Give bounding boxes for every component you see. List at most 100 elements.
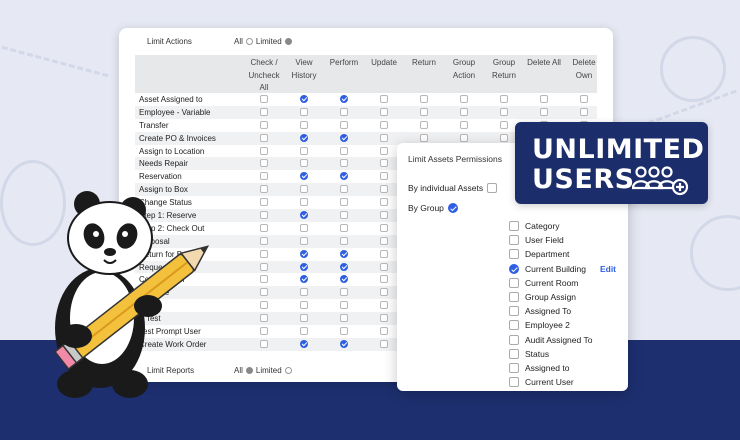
- permission-checkbox[interactable]: [340, 95, 348, 103]
- permission-checkbox[interactable]: [340, 288, 348, 297]
- permission-checkbox[interactable]: [340, 275, 348, 284]
- group-checkbox[interactable]: [509, 363, 519, 373]
- permission-checkbox[interactable]: [300, 185, 308, 194]
- permission-checkbox[interactable]: [380, 133, 388, 142]
- group-checkbox[interactable]: [509, 249, 519, 260]
- group-option[interactable]: Employee 2: [509, 318, 570, 332]
- permission-checkbox[interactable]: [260, 107, 268, 116]
- permission-checkbox[interactable]: [300, 288, 308, 297]
- group-option[interactable]: Current Room: [509, 276, 578, 290]
- permission-checkbox[interactable]: [260, 120, 268, 129]
- permission-checkbox[interactable]: [500, 107, 508, 116]
- permission-checkbox[interactable]: [340, 301, 348, 310]
- permission-checkbox[interactable]: [380, 146, 388, 155]
- permission-checkbox[interactable]: [260, 339, 268, 348]
- group-checkbox[interactable]: [509, 377, 519, 388]
- permission-checkbox[interactable]: [260, 236, 268, 245]
- permission-checkbox[interactable]: [260, 185, 268, 194]
- permission-checkbox[interactable]: [260, 249, 268, 258]
- permission-checkbox[interactable]: [300, 198, 308, 207]
- permission-checkbox[interactable]: [380, 211, 388, 220]
- permission-checkbox[interactable]: [340, 223, 348, 232]
- permission-checkbox[interactable]: [420, 120, 428, 129]
- permission-checkbox[interactable]: [460, 120, 468, 129]
- group-checkbox[interactable]: [509, 306, 519, 317]
- permission-checkbox[interactable]: [340, 172, 348, 181]
- permission-checkbox[interactable]: [300, 339, 308, 348]
- permission-checkbox[interactable]: [300, 275, 308, 284]
- permission-checkbox[interactable]: [380, 198, 388, 207]
- by-individual-checkbox[interactable]: [487, 183, 498, 193]
- permission-checkbox[interactable]: [260, 146, 268, 155]
- permission-checkbox[interactable]: [300, 262, 308, 271]
- all-radio[interactable]: [245, 38, 253, 45]
- permission-checkbox[interactable]: [420, 95, 428, 103]
- permission-checkbox[interactable]: [580, 107, 588, 116]
- permission-checkbox[interactable]: [260, 95, 268, 103]
- permission-checkbox[interactable]: [380, 120, 388, 129]
- group-checkbox[interactable]: [509, 277, 519, 288]
- permission-checkbox[interactable]: [380, 301, 388, 310]
- limited-radio[interactable]: [284, 367, 292, 374]
- permission-checkbox[interactable]: [260, 159, 268, 168]
- by-group-checkbox[interactable]: [447, 203, 458, 213]
- permission-checkbox[interactable]: [340, 327, 348, 336]
- permission-checkbox[interactable]: [340, 339, 348, 348]
- permission-checkbox[interactable]: [380, 339, 388, 348]
- group-checkbox[interactable]: [509, 221, 519, 231]
- group-option[interactable]: Current User: [509, 375, 574, 389]
- permission-checkbox[interactable]: [300, 301, 308, 310]
- permission-checkbox[interactable]: [380, 314, 388, 323]
- permission-checkbox[interactable]: [460, 107, 468, 116]
- group-checkbox[interactable]: [509, 235, 519, 246]
- permission-checkbox[interactable]: [380, 262, 388, 271]
- permission-checkbox[interactable]: [340, 185, 348, 194]
- permission-checkbox[interactable]: [420, 107, 428, 116]
- permission-checkbox[interactable]: [260, 262, 268, 271]
- group-checkbox[interactable]: [509, 263, 519, 274]
- group-option[interactable]: Status: [509, 347, 549, 361]
- permission-checkbox[interactable]: [340, 146, 348, 155]
- permission-checkbox[interactable]: [340, 107, 348, 116]
- by-individual-option[interactable]: By individual Assets: [408, 183, 498, 193]
- permission-checkbox[interactable]: [300, 314, 308, 323]
- permission-checkbox[interactable]: [300, 327, 308, 336]
- group-checkbox[interactable]: [509, 348, 519, 359]
- permission-checkbox[interactable]: [500, 120, 508, 129]
- permission-checkbox[interactable]: [500, 95, 508, 103]
- permission-checkbox[interactable]: [300, 172, 308, 181]
- group-checkbox[interactable]: [509, 320, 519, 331]
- permission-checkbox[interactable]: [300, 159, 308, 168]
- permission-checkbox[interactable]: [380, 172, 388, 181]
- permission-checkbox[interactable]: [260, 211, 268, 220]
- permission-checkbox[interactable]: [500, 133, 508, 142]
- permission-checkbox[interactable]: [300, 95, 308, 103]
- permission-checkbox[interactable]: [380, 159, 388, 168]
- permission-checkbox[interactable]: [340, 314, 348, 323]
- permission-checkbox[interactable]: [340, 133, 348, 142]
- permission-checkbox[interactable]: [260, 314, 268, 323]
- permission-checkbox[interactable]: [300, 146, 308, 155]
- permission-checkbox[interactable]: [300, 211, 308, 220]
- permission-checkbox[interactable]: [380, 95, 388, 103]
- group-option[interactable]: User Field: [509, 233, 564, 247]
- group-option[interactable]: Assigned to: [509, 361, 569, 375]
- permission-checkbox[interactable]: [260, 327, 268, 336]
- group-option[interactable]: Current Building Edit: [509, 262, 616, 276]
- permission-checkbox[interactable]: [260, 288, 268, 297]
- permission-checkbox[interactable]: [380, 288, 388, 297]
- permission-checkbox[interactable]: [340, 236, 348, 245]
- group-option[interactable]: Audit Assigned To: [509, 333, 592, 347]
- permission-checkbox[interactable]: [300, 133, 308, 142]
- permission-checkbox[interactable]: [340, 120, 348, 129]
- permission-checkbox[interactable]: [300, 107, 308, 116]
- permission-checkbox[interactable]: [460, 95, 468, 103]
- permission-checkbox[interactable]: [300, 236, 308, 245]
- edit-link[interactable]: Edit: [600, 264, 616, 274]
- group-option[interactable]: Category: [509, 219, 560, 233]
- permission-checkbox[interactable]: [380, 223, 388, 232]
- permission-checkbox[interactable]: [340, 262, 348, 271]
- by-group-option[interactable]: By Group: [408, 203, 458, 213]
- permission-checkbox[interactable]: [380, 107, 388, 116]
- permission-checkbox[interactable]: [300, 249, 308, 258]
